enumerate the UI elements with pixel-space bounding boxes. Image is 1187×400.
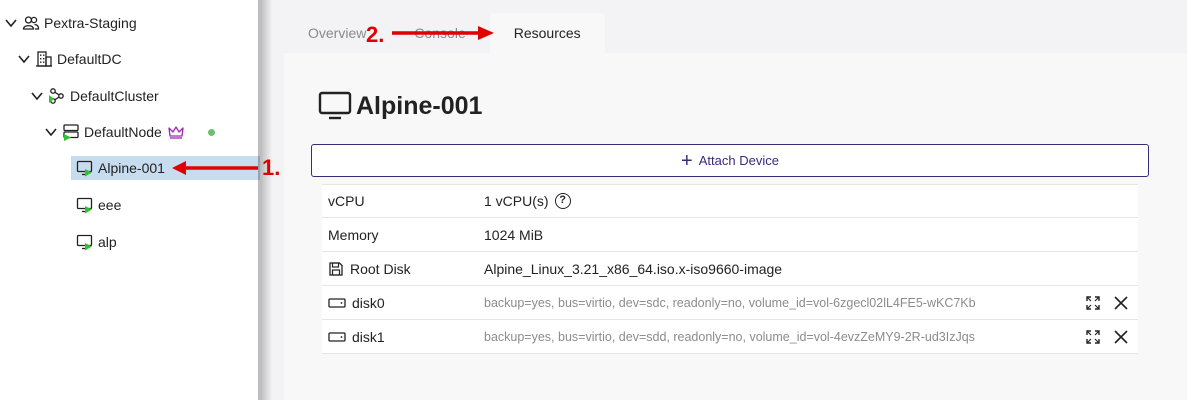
tab-resources[interactable]: Resources: [489, 13, 605, 53]
chevron-down-icon[interactable]: [4, 16, 18, 30]
tree-item-label: alp: [98, 234, 117, 250]
tree-item-label: DefaultNode: [84, 124, 162, 140]
row-key-wrap: disk0: [328, 295, 385, 311]
row-value-wrap: 1 vCPU(s) ?: [484, 193, 571, 209]
row-key: vCPU: [328, 193, 365, 209]
tree-item-label: Pextra-Staging: [44, 15, 137, 31]
plus-icon: +: [681, 149, 693, 172]
tree-item-defaultnode[interactable]: DefaultNode: [44, 120, 184, 144]
attach-device-button[interactable]: + Attach Device: [311, 144, 1149, 177]
row-key-wrap: disk1: [328, 329, 385, 345]
row-actions: [1084, 294, 1130, 312]
resources-table: vCPU 1 vCPU(s) ? Memory 1024 MiB Root Di…: [322, 184, 1138, 354]
tree-item-eee[interactable]: eee: [76, 193, 121, 217]
row-key: Memory: [328, 226, 379, 243]
floppy-icon: [329, 261, 343, 276]
tree-item-label: DefaultCluster: [70, 88, 159, 104]
disk-icon: [328, 297, 346, 308]
row-value: backup=yes, bus=virtio, dev=sdc, readonl…: [484, 295, 976, 310]
server-icon: [63, 124, 79, 141]
help-icon[interactable]: ?: [554, 193, 571, 209]
row-value: 1024 MiB: [484, 226, 544, 243]
table-row: disk1 backup=yes, bus=virtio, dev=sdd, r…: [322, 320, 1138, 354]
expand-icon[interactable]: [1084, 294, 1102, 312]
close-icon[interactable]: [1112, 328, 1130, 346]
attach-device-label: Attach Device: [698, 153, 779, 168]
annotation-arrow-2: [392, 26, 494, 40]
vm-header: Alpine-001: [318, 90, 482, 122]
annotation-step-1: 1.: [262, 155, 281, 180]
annotation-arrow-1: [172, 161, 258, 175]
expand-icon[interactable]: [1084, 328, 1102, 346]
cluster-icon: [49, 88, 64, 104]
building-icon: [36, 51, 52, 67]
monitor-running-icon: [76, 234, 93, 251]
row-key: disk1: [352, 328, 385, 345]
monitor-running-icon: [76, 197, 93, 214]
tree-item-defaultdc[interactable]: DefaultDC: [17, 47, 122, 71]
chevron-down-icon[interactable]: [17, 52, 31, 66]
tree-item-label: Alpine-001: [98, 160, 165, 176]
node-online-status-dot: [208, 129, 215, 136]
row-key: Root Disk: [350, 260, 411, 277]
chevron-down-icon[interactable]: [30, 89, 44, 103]
table-row: Root Disk Alpine_Linux_3.21_x86_64.iso.x…: [322, 252, 1138, 286]
users-icon: [22, 16, 40, 30]
row-key: disk0: [352, 294, 385, 311]
tree-item-alp[interactable]: alp: [76, 230, 117, 254]
table-row: vCPU 1 vCPU(s) ?: [322, 184, 1138, 218]
row-value: Alpine_Linux_3.21_x86_64.iso.x-iso9660-i…: [484, 260, 783, 277]
row-actions: [1084, 328, 1130, 346]
row-key-wrap: Root Disk: [328, 261, 411, 277]
tree-item-pextra-staging[interactable]: Pextra-Staging: [4, 11, 137, 35]
close-icon[interactable]: [1112, 294, 1130, 312]
tree-item-label: eee: [98, 197, 122, 213]
tree-item-defaultcluster[interactable]: DefaultCluster: [30, 84, 159, 108]
table-row: Memory 1024 MiB: [322, 218, 1138, 252]
crown-icon: [168, 126, 184, 139]
chevron-down-icon[interactable]: [44, 125, 58, 139]
row-value: backup=yes, bus=virtio, dev=sdd, readonl…: [484, 329, 975, 344]
resource-tree: Pextra-Staging DefaultDC DefaultCluster: [0, 0, 260, 400]
annotation-step-2: 2.: [366, 22, 385, 47]
disk-icon: [328, 331, 346, 342]
page-title: Alpine-001: [356, 91, 483, 120]
table-row: disk0 backup=yes, bus=virtio, dev=sdc, r…: [322, 286, 1138, 320]
row-value: 1 vCPU(s): [484, 193, 549, 209]
tree-item-label: DefaultDC: [57, 51, 122, 67]
monitor-running-icon: [76, 160, 93, 177]
monitor-icon: [318, 91, 352, 120]
sidebar-shadow: [258, 0, 272, 400]
